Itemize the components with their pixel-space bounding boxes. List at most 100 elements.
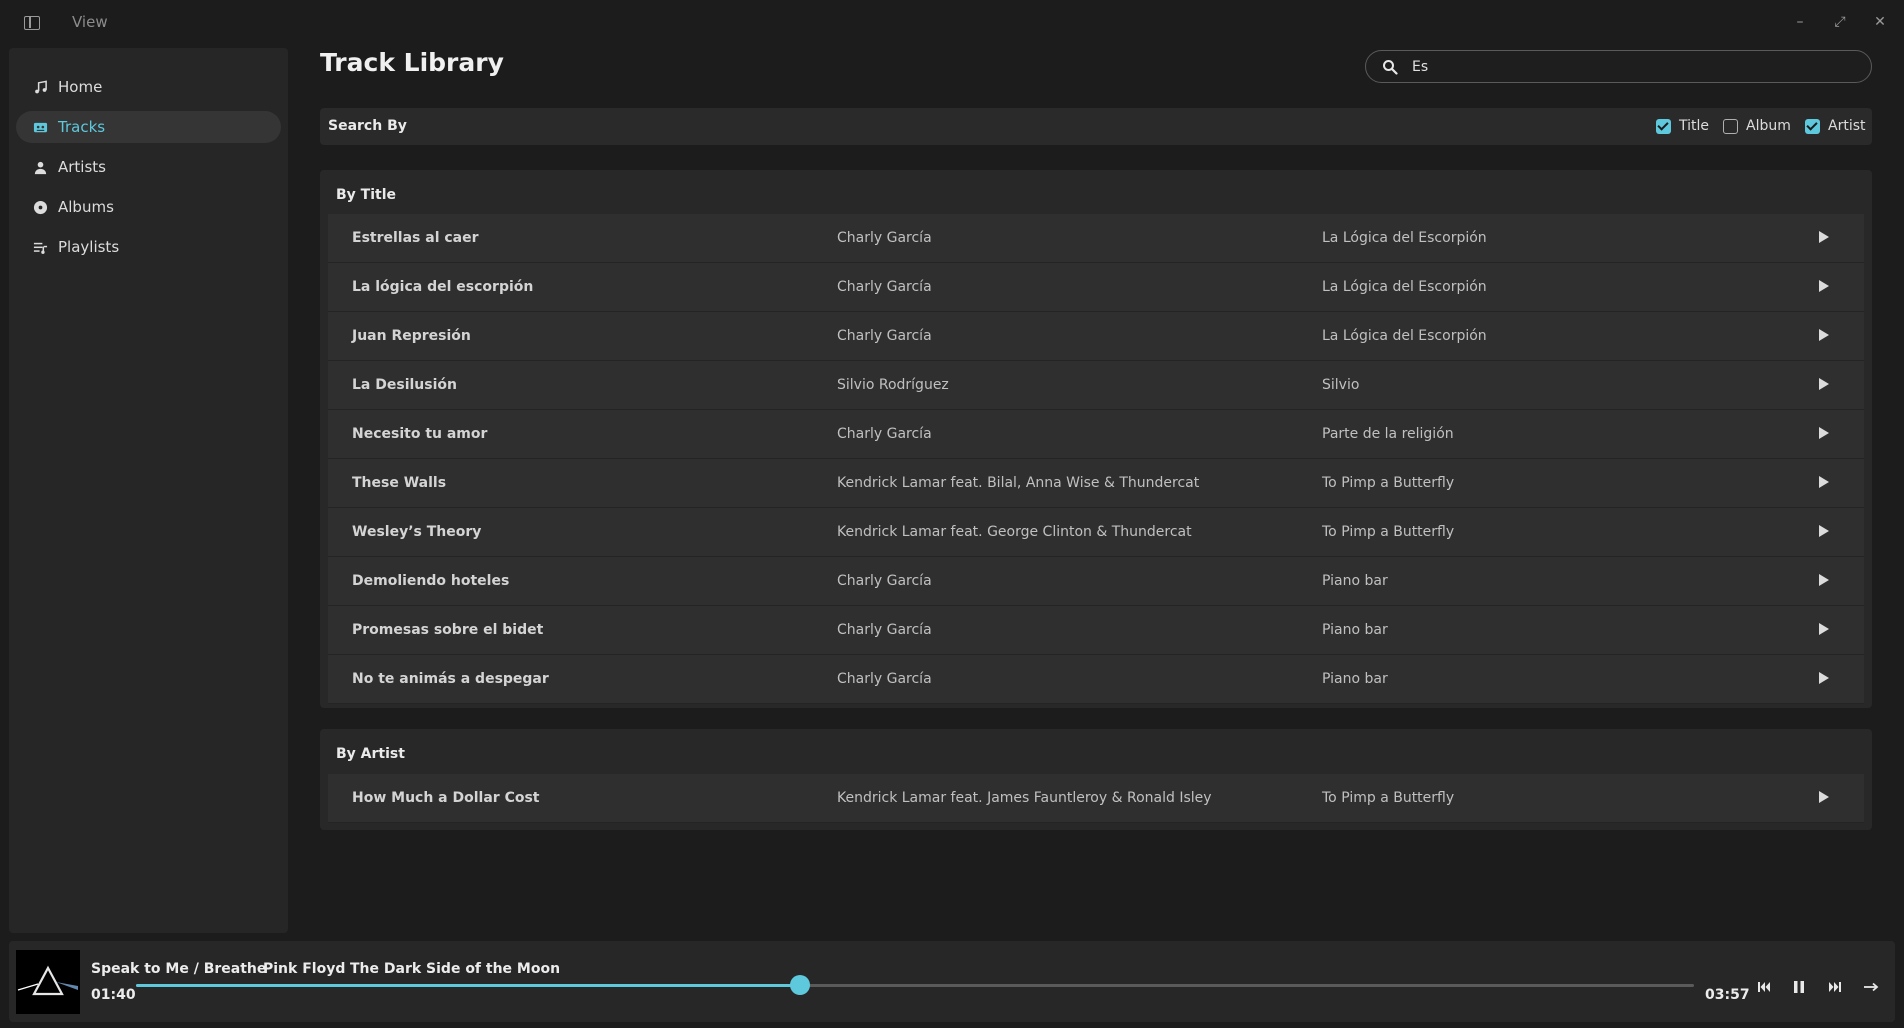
group-title: By Title	[336, 187, 397, 203]
results-group-by-title: By Title Estrellas al caer Charly García…	[320, 170, 1872, 708]
results-group-by-artist: By Artist How Much a Dollar Cost Kendric…	[320, 729, 1872, 830]
group-title: By Artist	[336, 746, 405, 762]
track-artist: Charly García	[837, 230, 932, 246]
track-row[interactable]: Promesas sobre el bidet Charly García Pi…	[328, 606, 1864, 655]
minimize-icon[interactable]: –	[1790, 12, 1810, 32]
track-title: Demoliendo hoteles	[352, 573, 510, 589]
checkbox-checked-icon[interactable]	[1656, 118, 1671, 134]
player-bar: Speak to Me / Breathe Pink Floyd The Dar…	[9, 941, 1895, 1022]
track-album: La Lógica del Escorpión	[1322, 279, 1487, 295]
track-row[interactable]: La lógica del escorpión Charly García La…	[328, 263, 1864, 312]
sidebar-item-home[interactable]: Home	[16, 71, 281, 103]
play-icon[interactable]	[1819, 280, 1829, 292]
seek-bar[interactable]	[136, 975, 1694, 995]
sidebar-item-tracks[interactable]: Tracks	[16, 111, 281, 143]
checkbox-unchecked-icon[interactable]	[1723, 118, 1738, 134]
previous-track-icon[interactable]	[1754, 977, 1774, 997]
track-album: To Pimp a Butterfly	[1322, 790, 1455, 806]
track-artist: Silvio Rodríguez	[837, 377, 949, 393]
filter-title-checkbox[interactable]: Title	[1656, 118, 1709, 134]
search-by-label: Search By	[328, 118, 407, 134]
app-window: View – ⤢ ✕ Home Tracks Artists Albums Pl…	[0, 0, 1904, 1028]
pause-icon[interactable]	[1789, 977, 1809, 997]
track-row[interactable]: These Walls Kendrick Lamar feat. Bilal, …	[328, 459, 1864, 508]
cassette-icon	[32, 119, 48, 135]
track-album: Piano bar	[1322, 573, 1388, 589]
track-row[interactable]: Necesito tu amor Charly García Parte de …	[328, 410, 1864, 459]
next-track-icon[interactable]	[1825, 977, 1845, 997]
play-icon[interactable]	[1819, 476, 1829, 488]
filter-artist-checkbox[interactable]: Artist	[1805, 118, 1866, 134]
track-artist: Charly García	[837, 279, 932, 295]
play-icon[interactable]	[1819, 329, 1829, 341]
track-artist: Charly García	[837, 573, 932, 589]
close-icon[interactable]: ✕	[1870, 12, 1890, 32]
checkbox-checked-icon[interactable]	[1805, 118, 1820, 134]
sidebar-toggle-icon[interactable]	[24, 16, 40, 30]
track-title: Estrellas al caer	[352, 230, 479, 246]
page-title: Track Library	[320, 48, 504, 77]
filter-album-checkbox[interactable]: Album	[1723, 118, 1791, 134]
track-title: These Walls	[352, 475, 447, 491]
track-title: Necesito tu amor	[352, 426, 488, 442]
sidebar-item-label: Albums	[58, 198, 114, 216]
sidebar-item-artists[interactable]: Artists	[16, 151, 281, 183]
track-row[interactable]: Juan Represión Charly García La Lógica d…	[328, 312, 1864, 361]
prism-cover-art	[17, 965, 78, 996]
maximize-icon[interactable]: ⤢	[1830, 12, 1850, 32]
track-artist: Kendrick Lamar feat. Bilal, Anna Wise & …	[837, 475, 1200, 491]
play-icon[interactable]	[1819, 427, 1829, 439]
track-album: Parte de la religión	[1322, 426, 1454, 442]
title-bar: View – ⤢ ✕	[0, 0, 1904, 46]
sidebar: Home Tracks Artists Albums Playlists	[9, 48, 288, 933]
track-row[interactable]: How Much a Dollar Cost Kendrick Lamar fe…	[328, 774, 1864, 823]
track-title: Wesley’s Theory	[352, 524, 482, 540]
track-album: Piano bar	[1322, 622, 1388, 638]
play-icon[interactable]	[1819, 378, 1829, 390]
view-menu[interactable]: View	[72, 13, 108, 31]
play-icon[interactable]	[1819, 525, 1829, 537]
seek-handle[interactable]	[789, 975, 810, 995]
track-artist: Charly García	[837, 671, 932, 687]
track-row[interactable]: Wesley’s Theory Kendrick Lamar feat. Geo…	[328, 508, 1864, 557]
checkbox-label: Artist	[1828, 118, 1866, 134]
track-artist: Charly García	[837, 622, 932, 638]
play-icon[interactable]	[1819, 791, 1829, 803]
play-icon[interactable]	[1819, 231, 1829, 243]
track-title: How Much a Dollar Cost	[352, 790, 540, 806]
search-input[interactable]	[1412, 56, 1852, 78]
track-album: To Pimp a Butterfly	[1322, 524, 1455, 540]
person-icon	[32, 159, 48, 175]
track-row[interactable]: Demoliendo hoteles Charly García Piano b…	[328, 557, 1864, 606]
disc-icon	[32, 199, 48, 215]
track-artist: Kendrick Lamar feat. George Clinton & Th…	[837, 524, 1192, 540]
play-icon[interactable]	[1819, 672, 1829, 684]
track-row[interactable]: Estrellas al caer Charly García La Lógic…	[328, 214, 1864, 263]
sidebar-item-label: Playlists	[58, 238, 120, 256]
track-artist: Charly García	[837, 426, 932, 442]
arrow-right-icon[interactable]	[1861, 977, 1881, 997]
play-icon[interactable]	[1819, 574, 1829, 586]
track-row[interactable]: No te animás a despegar Charly García Pi…	[328, 655, 1864, 704]
checkbox-label: Title	[1679, 118, 1710, 134]
seek-progress	[136, 984, 800, 987]
sidebar-item-label: Tracks	[58, 118, 106, 136]
sidebar-item-playlists[interactable]: Playlists	[16, 231, 281, 263]
search-icon	[1383, 60, 1398, 75]
total-time: 03:57	[1705, 987, 1750, 1003]
track-album: La Lógica del Escorpión	[1322, 230, 1487, 246]
sidebar-item-label: Home	[58, 78, 103, 96]
sidebar-item-albums[interactable]: Albums	[16, 191, 281, 223]
track-row[interactable]: La Desilusión Silvio Rodríguez Silvio	[328, 361, 1864, 410]
music-note-icon	[32, 79, 48, 95]
play-icon[interactable]	[1819, 623, 1829, 635]
track-title: La lógica del escorpión	[352, 279, 534, 295]
playlist-icon	[32, 239, 48, 255]
search-by-bar: Search By Title Album Artist	[320, 108, 1872, 145]
now-playing-title: Speak to Me / Breathe	[91, 961, 267, 977]
track-album: To Pimp a Butterfly	[1322, 475, 1455, 491]
elapsed-time: 01:40	[91, 987, 136, 1003]
checkbox-label: Album	[1746, 118, 1791, 134]
search-box[interactable]	[1365, 50, 1872, 83]
track-title: No te animás a despegar	[352, 671, 549, 687]
